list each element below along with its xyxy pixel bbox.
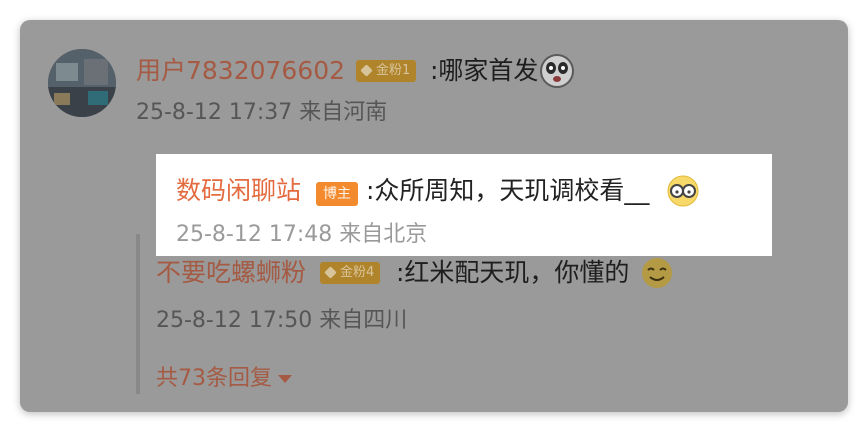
comment-username[interactable]: 用户7832076602 [136,56,345,86]
fan-badge-label: 金粉4 [340,265,375,280]
reply-rail [136,234,140,394]
reply-text: :红米配天玑，你懂的 [396,258,630,287]
glasses-emoji-icon [666,174,700,208]
panda-shocked-emoji-icon [540,54,574,88]
fan-badge-label: 金粉1 [376,63,411,78]
more-replies-label[interactable]: 共73条回复 [156,366,272,391]
reply-username[interactable]: 不要吃螺蛳粉 [156,258,306,288]
comment-text: :哪家首发 [430,56,539,85]
reply-meta: 25-8-12 17:48 来自北京 [176,222,428,247]
highlighted-reply[interactable]: 数码闲聊站 博主 :众所周知，天玑调校看__ 25-8-12 17:48 来自北… [156,154,772,256]
op-badge: 博主 [316,182,358,206]
comment-meta: 25-8-12 17:37 来自河南 [136,100,388,125]
caret-down-icon [278,375,292,383]
more-replies-link[interactable]: 共73条回复 [156,364,292,394]
reply-username[interactable]: 数码闲聊站 [176,176,301,206]
reply-text: :众所周知，天玑调校看__ [366,176,650,205]
comment-card: 用户7832076602 金粉1 :哪家首发 25-8-12 17:37 来自河… [20,20,848,412]
reply-meta: 25-8-12 17:50 来自四川 [156,308,408,333]
fan-badge: 金粉1 [356,60,417,82]
fan-gem-icon [324,266,337,279]
user-avatar[interactable] [48,49,116,117]
smirk-emoji-icon [640,256,674,290]
fan-gem-icon [360,64,373,77]
fan-badge: 金粉4 [320,262,381,284]
